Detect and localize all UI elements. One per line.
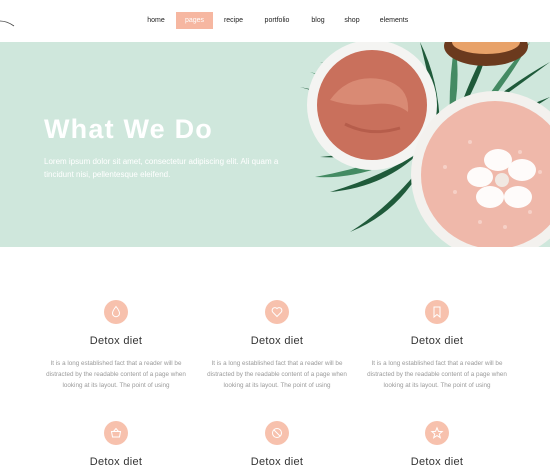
main-nav: home pages recipe portfolio blog shop el… (0, 12, 550, 29)
service-title: Detox diet (89, 335, 143, 347)
service-title: Detox diet (410, 456, 464, 468)
site-header: home pages recipe portfolio blog shop el… (0, 0, 550, 42)
hero-text: Lorem ipsum dolor sit amet, consectetur … (44, 157, 279, 179)
star-icon (425, 421, 449, 445)
drop-icon (104, 300, 128, 324)
nav-item-elements[interactable]: elements (374, 12, 414, 29)
service-title: Detox diet (410, 335, 464, 347)
service-description: It is a long established fact that a rea… (367, 360, 507, 389)
heart-icon (265, 300, 289, 324)
hero-title: What We Do (44, 114, 213, 144)
nav-item-portfolio[interactable]: portfolio (257, 12, 297, 29)
service-title: Detox diet (250, 456, 304, 468)
no-sign-icon (265, 421, 289, 445)
nav-item-pages[interactable]: pages (176, 12, 213, 29)
nav-item-recipe[interactable]: recipe (218, 12, 249, 29)
service-description: It is a long established fact that a rea… (207, 360, 347, 389)
nav-item-shop[interactable]: shop (338, 12, 366, 29)
bookmark-icon (425, 300, 449, 324)
hero-banner: What We Do Lorem ipsum dolor sit amet, c… (0, 42, 550, 247)
service-title: Detox diet (250, 335, 304, 347)
service-title: Detox diet (89, 456, 143, 468)
basket-icon (104, 421, 128, 445)
nav-item-blog[interactable]: blog (304, 12, 332, 29)
service-description: It is a long established fact that a rea… (46, 360, 186, 389)
nav-item-home[interactable]: home (140, 12, 172, 29)
